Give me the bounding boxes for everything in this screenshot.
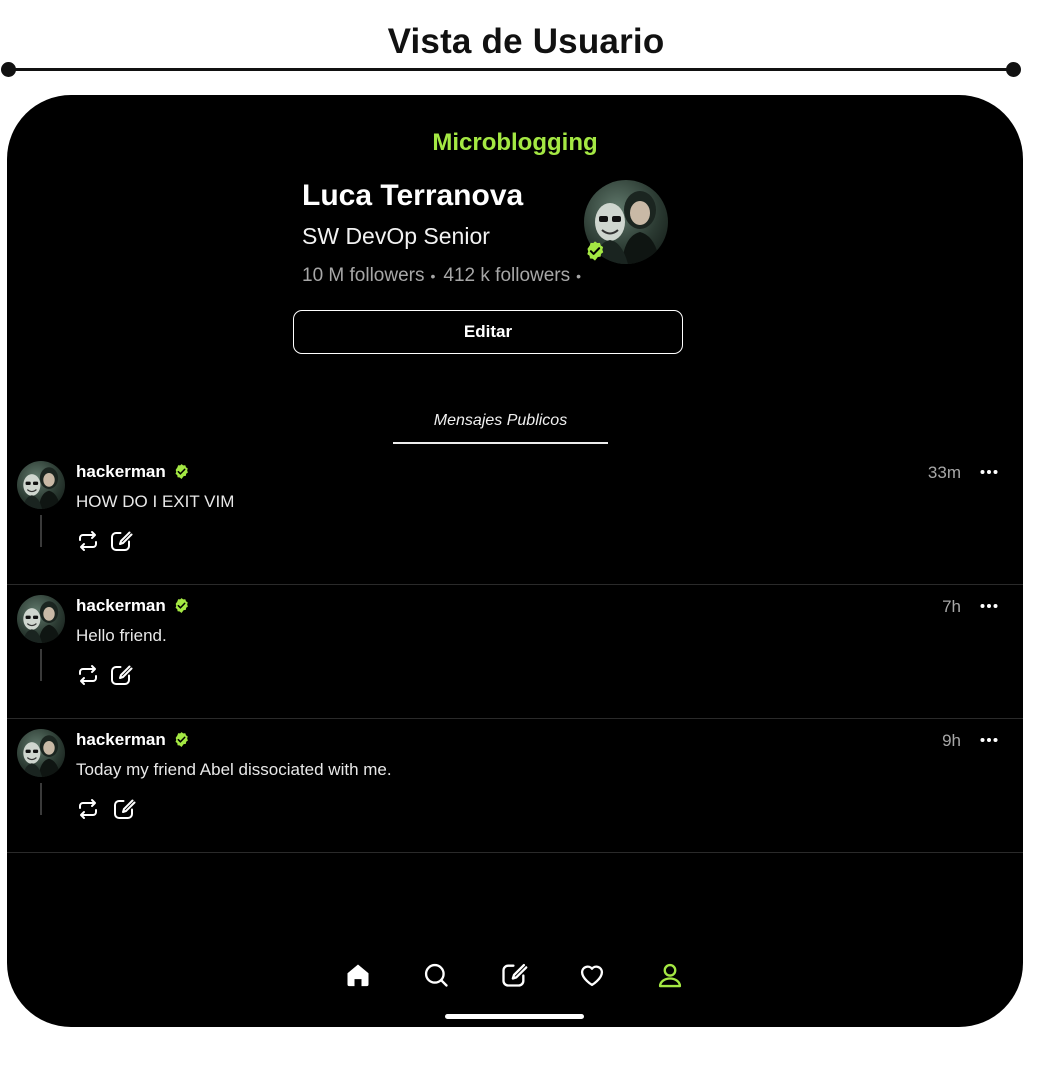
- post-author[interactable]: hackerman: [76, 596, 166, 616]
- quote-icon[interactable]: [112, 797, 136, 821]
- repost-icon[interactable]: [76, 529, 100, 553]
- avatar-image-icon: [22, 601, 61, 643]
- thread-line: [40, 649, 42, 681]
- post-text: Today my friend Abel dissociated with me…: [76, 760, 392, 779]
- thread-line: [40, 515, 42, 547]
- edit-profile-button[interactable]: Editar: [293, 310, 683, 354]
- post-item: hackerman 7h Hello friend.: [7, 585, 1023, 719]
- avatar-image-icon: [22, 467, 61, 509]
- stats-separator: •: [430, 268, 436, 284]
- post-avatar[interactable]: [17, 729, 65, 777]
- post-text: Hello friend.: [76, 626, 167, 645]
- thread-line: [40, 783, 42, 815]
- verified-badge-icon: [175, 464, 188, 479]
- divider-dot-right: [1006, 62, 1021, 77]
- verified-badge-icon: [587, 241, 604, 261]
- post-time: 9h: [942, 731, 961, 750]
- profile-icon[interactable]: [656, 961, 684, 989]
- post-item: hackerman 33m HOW DO I EXIT VIM: [7, 451, 1023, 585]
- divider-dot-left: [1, 62, 16, 77]
- profile-stats: 10 M followers • 412 k followers •: [302, 265, 589, 287]
- page-title: Vista de Usuario: [387, 22, 665, 61]
- home-icon[interactable]: [344, 961, 372, 989]
- more-options-icon[interactable]: [979, 730, 999, 750]
- repost-icon[interactable]: [76, 663, 100, 687]
- compose-icon[interactable]: [500, 961, 528, 989]
- quote-icon[interactable]: [109, 529, 133, 553]
- more-options-icon[interactable]: [979, 596, 999, 616]
- post-author[interactable]: hackerman: [76, 462, 166, 482]
- quote-icon[interactable]: [109, 663, 133, 687]
- followers-count[interactable]: 10 M followers: [302, 265, 425, 286]
- post-text: HOW DO I EXIT VIM: [76, 492, 235, 511]
- home-indicator[interactable]: [445, 1014, 584, 1019]
- following-count[interactable]: 412 k followers: [443, 265, 570, 286]
- post-author[interactable]: hackerman: [76, 730, 166, 750]
- verified-badge-icon: [175, 732, 188, 747]
- post-item: hackerman 9h Today my friend Abel dissoc…: [7, 719, 1023, 853]
- more-options-icon[interactable]: [979, 462, 999, 482]
- repost-icon[interactable]: [76, 797, 100, 821]
- verified-badge-icon: [175, 598, 188, 613]
- post-time: 7h: [942, 597, 961, 616]
- profile-name: Luca Terranova: [302, 179, 524, 212]
- title-divider: [8, 68, 1014, 71]
- heart-icon[interactable]: [578, 961, 606, 989]
- app-brand: Microblogging: [432, 129, 598, 156]
- phone-screen: Microblogging Luca Terranova SW DevOp Se…: [7, 95, 1023, 1027]
- post-avatar[interactable]: [17, 595, 65, 643]
- post-time: 33m: [927, 463, 961, 482]
- avatar-image-icon: [22, 735, 61, 777]
- stats-separator: •: [576, 268, 582, 284]
- search-icon[interactable]: [422, 961, 450, 989]
- tab-active-underline: [393, 442, 608, 444]
- post-avatar[interactable]: [17, 461, 65, 509]
- profile-role: SW DevOp Senior: [302, 223, 490, 249]
- tab-public-messages[interactable]: Mensajes Publicos: [393, 412, 608, 430]
